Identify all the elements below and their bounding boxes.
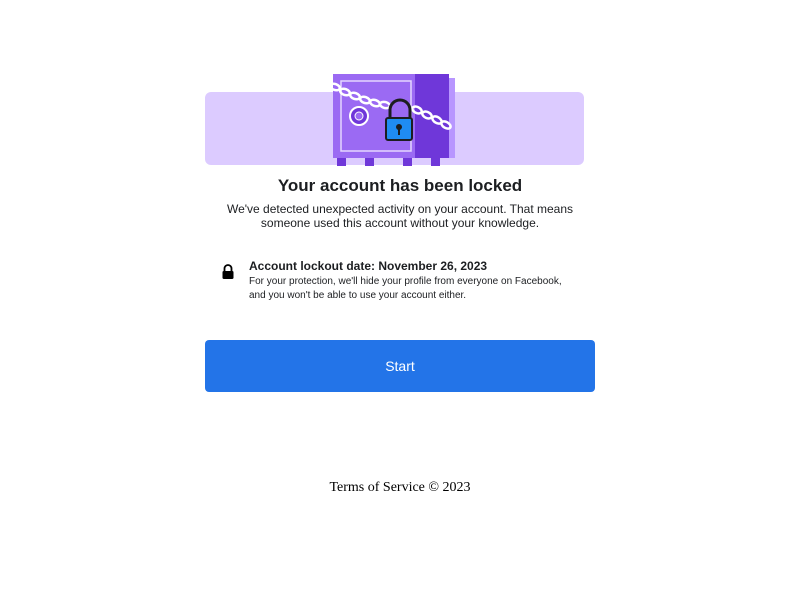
page-title: Your account has been locked bbox=[277, 176, 523, 195]
page-subtitle: We've detected unexpected activity on yo… bbox=[210, 202, 590, 230]
locked-safe-icon bbox=[328, 74, 455, 166]
lock-icon bbox=[222, 264, 234, 279]
start-button[interactable]: Start bbox=[205, 340, 595, 392]
subtitle-line-1: We've detected unexpected activity on yo… bbox=[226, 202, 574, 216]
hero-illustration bbox=[205, 72, 585, 168]
lockout-description: For your protection, we'll hide your pro… bbox=[249, 275, 584, 303]
subtitle-line-2: someone used this account without your k… bbox=[260, 216, 540, 230]
lockout-notice: Account lockout date: November 26, 2023 … bbox=[221, 259, 591, 307]
lockout-date-heading: Account lockout date: November 26, 2023 bbox=[249, 259, 488, 273]
lockout-description-line-1: For your protection, we'll hide your pro… bbox=[249, 276, 562, 287]
lockout-description-line-2: and you won't be able to use your accoun… bbox=[249, 290, 467, 301]
footer-terms-link[interactable]: Terms of Service © 2023 bbox=[200, 480, 600, 496]
